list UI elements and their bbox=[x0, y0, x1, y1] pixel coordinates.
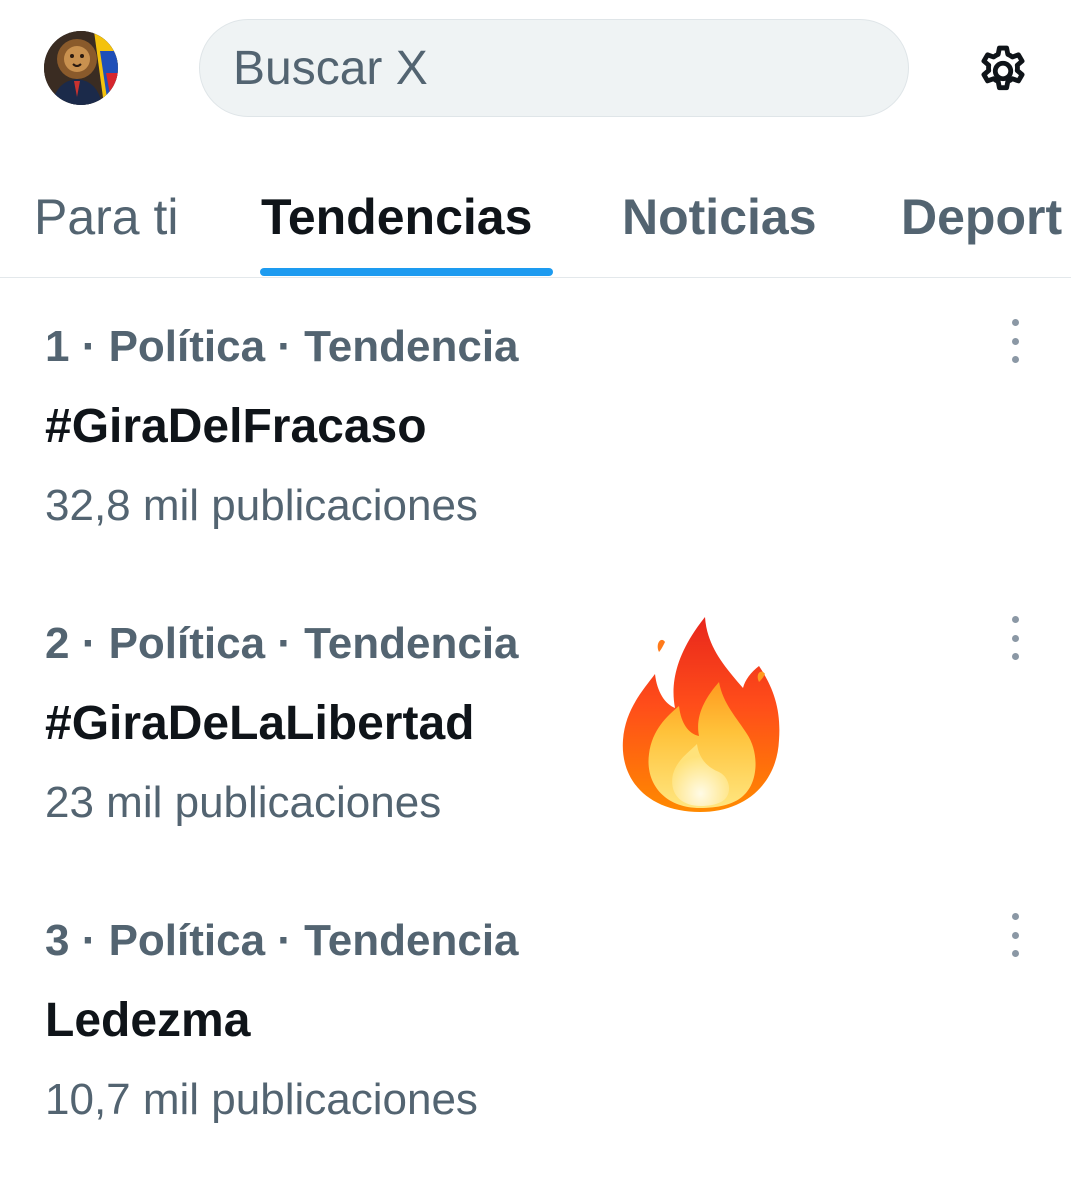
dot bbox=[1011, 634, 1019, 642]
trend-item[interactable]: 1 · Política · Tendencia #GiraDelFracaso… bbox=[0, 297, 1071, 594]
dot bbox=[1011, 931, 1019, 939]
search-input[interactable] bbox=[233, 40, 873, 96]
avatar[interactable] bbox=[44, 31, 118, 105]
avatar-image bbox=[44, 31, 118, 105]
tab-bar: Para ti Tendencias Noticias Deport bbox=[0, 140, 1071, 278]
trend-title: #GiraDeLaLibertad bbox=[45, 697, 475, 750]
trend-post-count: 23 mil publicaciones bbox=[45, 778, 442, 827]
gear-icon bbox=[981, 45, 1025, 91]
dot bbox=[1011, 616, 1019, 623]
active-tab-indicator bbox=[260, 268, 553, 276]
trend-meta: 2 · Política · Tendencia bbox=[45, 619, 519, 668]
dot bbox=[1011, 950, 1019, 957]
trend-title: #GiraDelFracaso bbox=[45, 400, 427, 453]
trend-item[interactable]: 2 · Política · Tendencia #GiraDeLaLibert… bbox=[0, 594, 1071, 891]
dot bbox=[1011, 337, 1019, 345]
trend-post-count: 32,8 mil publicaciones bbox=[45, 481, 478, 530]
dot bbox=[1011, 356, 1019, 363]
tab-para-ti[interactable]: Para ti bbox=[34, 190, 179, 244]
tab-tendencias[interactable]: Tendencias bbox=[261, 190, 532, 244]
dot bbox=[1011, 653, 1019, 660]
more-options-icon[interactable] bbox=[995, 616, 1035, 660]
dot bbox=[1011, 319, 1019, 326]
trend-meta: 3 · Política · Tendencia bbox=[45, 916, 519, 965]
more-options-icon[interactable] bbox=[995, 319, 1035, 363]
trend-post-count: 10,7 mil publicaciones bbox=[45, 1075, 478, 1124]
fire-emoji-icon bbox=[615, 612, 785, 817]
trend-title: Ledezma bbox=[45, 994, 251, 1047]
trend-item[interactable]: 3 · Política · Tendencia Ledezma 10,7 mi… bbox=[0, 891, 1071, 1188]
search-box[interactable] bbox=[199, 19, 909, 117]
tab-deportes[interactable]: Deport bbox=[901, 190, 1062, 244]
settings-button[interactable] bbox=[968, 36, 1038, 106]
top-bar bbox=[0, 0, 1071, 140]
tab-noticias[interactable]: Noticias bbox=[622, 190, 817, 244]
dot bbox=[1011, 913, 1019, 920]
trend-meta: 1 · Política · Tendencia bbox=[45, 322, 519, 371]
more-options-icon[interactable] bbox=[995, 913, 1035, 957]
